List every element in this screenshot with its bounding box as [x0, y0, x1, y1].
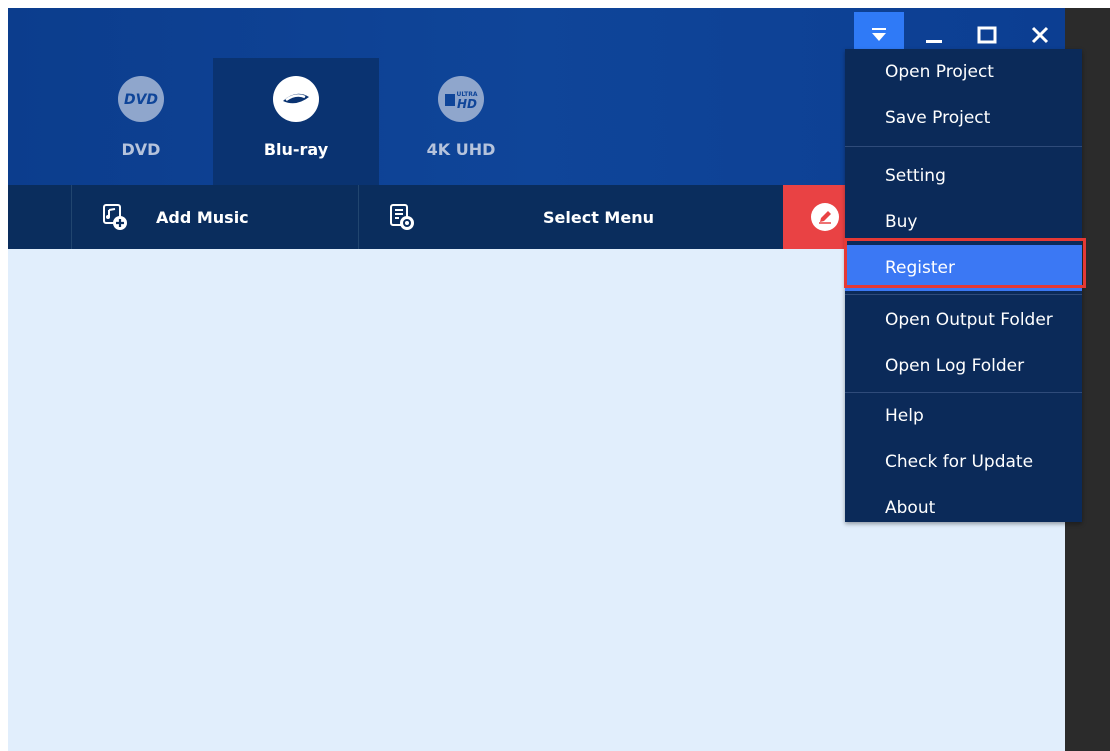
main-menu-dropdown: Open Project Save Project Setting Buy Re…	[845, 49, 1082, 522]
add-music-label: Add Music	[156, 207, 249, 227]
ultra-hd-logo-icon: ULTRA HD	[438, 76, 484, 122]
bluray-logo-icon	[273, 76, 319, 122]
pencil-icon	[811, 203, 839, 231]
close-icon	[1031, 26, 1049, 43]
menu-dropdown-icon	[872, 27, 886, 41]
tab-dvd-label: DVD	[121, 140, 161, 159]
menu-item-check-for-update[interactable]: Check for Update	[845, 439, 1082, 485]
add-music-button[interactable]: Add Music	[71, 185, 358, 249]
menu-item-buy[interactable]: Buy	[845, 199, 1082, 245]
tab-4k-uhd[interactable]: ULTRA HD 4K UHD	[378, 58, 544, 185]
tab-4k-uhd-label: 4K UHD	[426, 140, 496, 159]
menu-separator	[845, 146, 1082, 147]
menu-item-open-log-folder[interactable]: Open Log Folder	[845, 343, 1082, 389]
edit-button[interactable]	[783, 185, 853, 249]
menu-item-help[interactable]: Help	[845, 393, 1082, 439]
maximize-icon	[977, 26, 997, 43]
svg-text:DVD: DVD	[124, 92, 158, 108]
select-menu-label: Select Menu	[543, 207, 654, 227]
menu-item-open-output-folder[interactable]: Open Output Folder	[845, 297, 1082, 343]
tab-bluray-label: Blu-ray	[263, 140, 329, 159]
menu-item-about[interactable]: About	[845, 485, 1082, 531]
select-menu-icon	[387, 202, 417, 232]
add-music-icon	[100, 202, 130, 232]
dvd-logo-icon: DVD	[118, 76, 164, 122]
select-menu-button[interactable]: Select Menu	[358, 185, 775, 249]
menu-separator	[845, 294, 1082, 295]
svg-text:HD: HD	[457, 97, 477, 111]
menu-item-setting[interactable]: Setting	[845, 153, 1082, 199]
minimize-icon	[926, 39, 942, 43]
menu-item-save-project[interactable]: Save Project	[845, 95, 1082, 141]
tab-dvd[interactable]: DVD DVD	[58, 58, 224, 185]
tab-bluray[interactable]: Blu-ray	[213, 58, 379, 185]
menu-item-open-project[interactable]: Open Project	[845, 49, 1082, 95]
menu-item-register[interactable]: Register	[845, 245, 1082, 291]
